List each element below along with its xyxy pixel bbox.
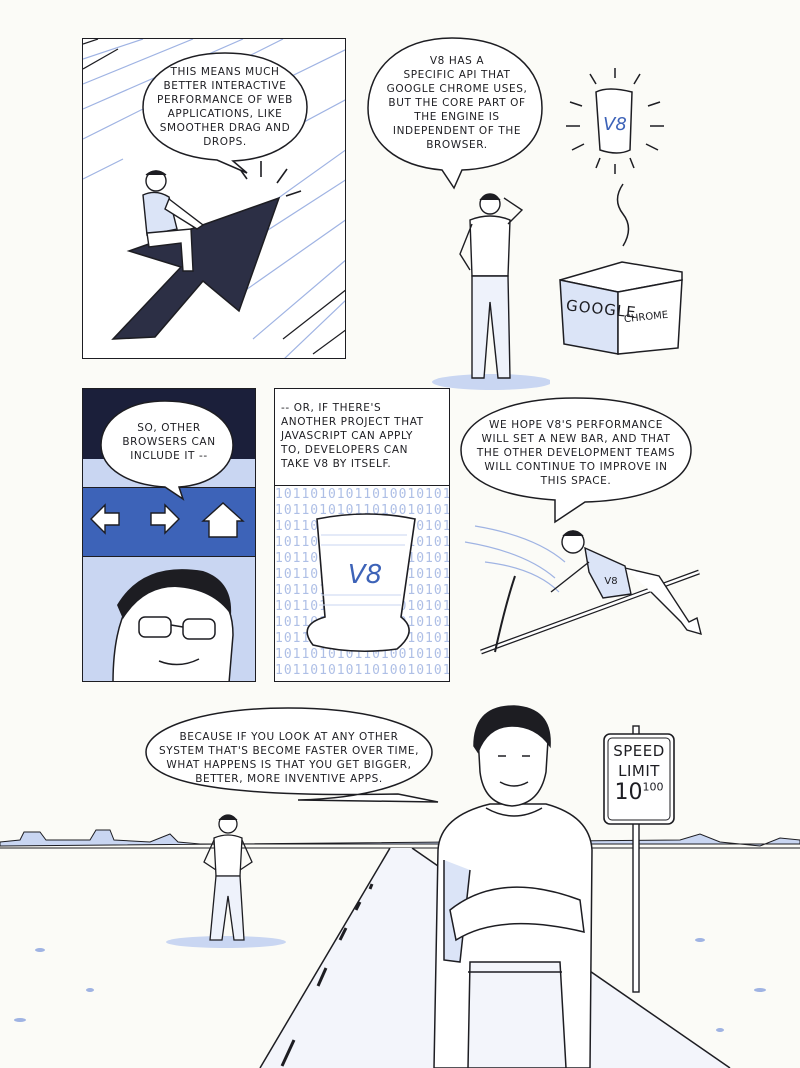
back-arrow-icon [90,503,120,535]
squiggle-line [616,183,630,247]
panel-2: V8 HAS A SPECIFIC API THAT GOOGLE CHROME U… [360,30,683,390]
panel-1: THIS MEANS MUCH BETTER INTERACTIVE PERFORM… [82,38,346,359]
sign-value: 10100 [614,780,664,805]
small-man [166,814,286,948]
sign-line-2: LIMIT [618,762,660,780]
panel-6: SPEED LIMIT 10100 BECAUSE IF YOU LOOK AT… [0,700,800,1068]
svg-text:V8: V8 [603,114,627,135]
big-man [433,705,593,1068]
panel-5: WE HOPE V8'S PERFORMANCE WILL SET A NEW B… [455,392,715,682]
smiling-man-face [112,569,234,681]
home-icon [201,502,245,538]
hurdle-jumper: V8 [464,525,702,655]
svg-text:V8: V8 [604,576,617,587]
forward-arrow-icon [150,503,180,535]
speech-text: THIS MEANS MUCH BETTER INTERACTIVE PERFORM… [157,66,293,148]
speech-text: SO, OTHER BROWSERS CAN INCLUDE IT -- [122,422,216,462]
panel-4: -- OR, IF THERE'S ANOTHER PROJECT THAT JAV… [274,388,450,682]
caption-text: -- OR, IF THERE'S ANOTHER PROJECT THAT JAV… [281,402,424,470]
v8-scroll-icon: V8 [306,513,416,653]
standing-man [432,193,550,390]
panel-3: SO, OTHER BROWSERS CAN INCLUDE IT -- [82,388,256,682]
sign-line-1: SPEED [613,742,665,760]
speech-text: BECAUSE IF YOU LOOK AT ANY OTHER SYSTEM T… [158,731,420,785]
svg-text:V8: V8 [348,560,382,590]
speech-text: WE HOPE V8'S PERFORMANCE WILL SET A NEW B… [476,419,676,487]
v8-scroll-icon: V8 [566,68,664,174]
speech-text: V8 HAS A SPECIFIC API THAT GOOGLE CHROME U… [386,55,528,151]
